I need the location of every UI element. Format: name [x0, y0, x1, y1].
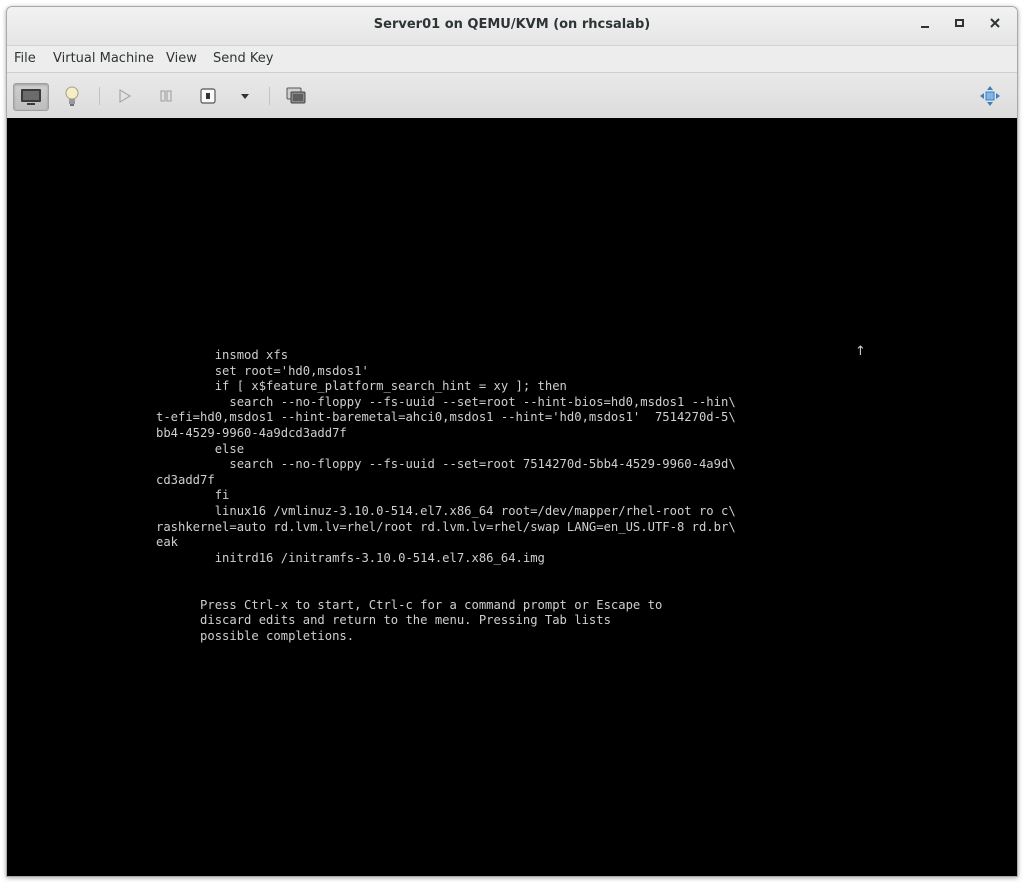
console-line: search --no-floppy --fs-uuid --set=root …	[156, 457, 736, 472]
close-button[interactable]	[984, 17, 1006, 35]
dropdown-arrow-icon	[241, 94, 249, 99]
shutdown-button[interactable]	[197, 83, 219, 109]
menu-send-key[interactable]: Send Key	[213, 51, 273, 66]
monitor-icon	[21, 89, 41, 105]
menu-file[interactable]: File	[14, 51, 36, 66]
console-line: bb4-4529-9960-4a9dcd3add7f	[156, 425, 347, 440]
console-line: if [ x$feature_platform_search_hint = xy…	[156, 379, 567, 394]
snapshots-button[interactable]	[283, 83, 309, 109]
toolbar-separator	[269, 87, 270, 105]
console-line: search --no-floppy --fs-uuid --set=root …	[156, 394, 736, 409]
toolbar-separator	[99, 87, 100, 105]
window-title: Server01 on QEMU/KVM (on rhcsalab)	[373, 17, 651, 32]
maximize-button[interactable]	[948, 17, 970, 35]
resize-to-vm-button[interactable]	[977, 83, 1003, 109]
menu-bar: File Virtual Machine View Send Key	[7, 46, 1017, 72]
console-line: eak	[156, 535, 179, 550]
fullscreen-move-icon	[980, 86, 1000, 106]
lightbulb-icon	[65, 86, 79, 106]
console-line: insmod xfs	[156, 348, 289, 362]
console-line: fi	[156, 488, 230, 503]
console-line: cd3add7f	[156, 472, 215, 487]
console-line: initrd16 /initramfs-3.10.0-514.el7.x86_6…	[156, 550, 545, 565]
snapshot-icon	[286, 87, 306, 104]
minimize-button[interactable]	[914, 17, 936, 35]
console-line: linux16 /vmlinuz-3.10.0-514.el7.x86_64 r…	[156, 503, 736, 518]
console-line: rashkernel=auto rd.lvm.lv=rhel/root rd.l…	[156, 519, 736, 534]
console-line: possible completions.	[156, 628, 355, 643]
shutdown-menu-button[interactable]	[235, 83, 255, 109]
menu-virtual-machine[interactable]: Virtual Machine	[53, 51, 154, 66]
console-line: set root='hd0,msdos1'	[156, 363, 369, 378]
virt-viewer-window: Server01 on QEMU/KVM (on rhcsalab) File …	[6, 6, 1018, 877]
run-button[interactable]	[113, 83, 137, 109]
maximize-icon	[955, 19, 964, 27]
minimize-icon	[921, 26, 929, 28]
console-line: discard edits and return to the menu. Pr…	[156, 613, 611, 628]
console-line: t-efi=hd0,msdos1 --hint-baremetal=ahci0,…	[156, 410, 736, 425]
toolbar	[7, 72, 1017, 119]
pause-button[interactable]	[155, 83, 177, 109]
console-line: else	[156, 441, 245, 456]
grub-editor-text: insmod xfs set root='hd0,msdos1' if [ x$…	[156, 348, 736, 644]
show-console-button[interactable]	[13, 83, 49, 111]
title-bar[interactable]: Server01 on QEMU/KVM (on rhcsalab)	[7, 7, 1017, 46]
vm-console-display[interactable]: insmod xfs set root='hd0,msdos1' if [ x$…	[7, 118, 1017, 876]
menu-view[interactable]: View	[166, 51, 197, 66]
console-line: Press Ctrl-x to start, Ctrl-c for a comm…	[156, 597, 663, 612]
show-details-button[interactable]	[59, 83, 85, 109]
pause-icon	[160, 90, 172, 102]
play-icon	[119, 88, 132, 104]
power-icon	[200, 88, 216, 104]
scroll-up-indicator: ↑	[855, 344, 866, 359]
close-icon	[990, 18, 1000, 28]
